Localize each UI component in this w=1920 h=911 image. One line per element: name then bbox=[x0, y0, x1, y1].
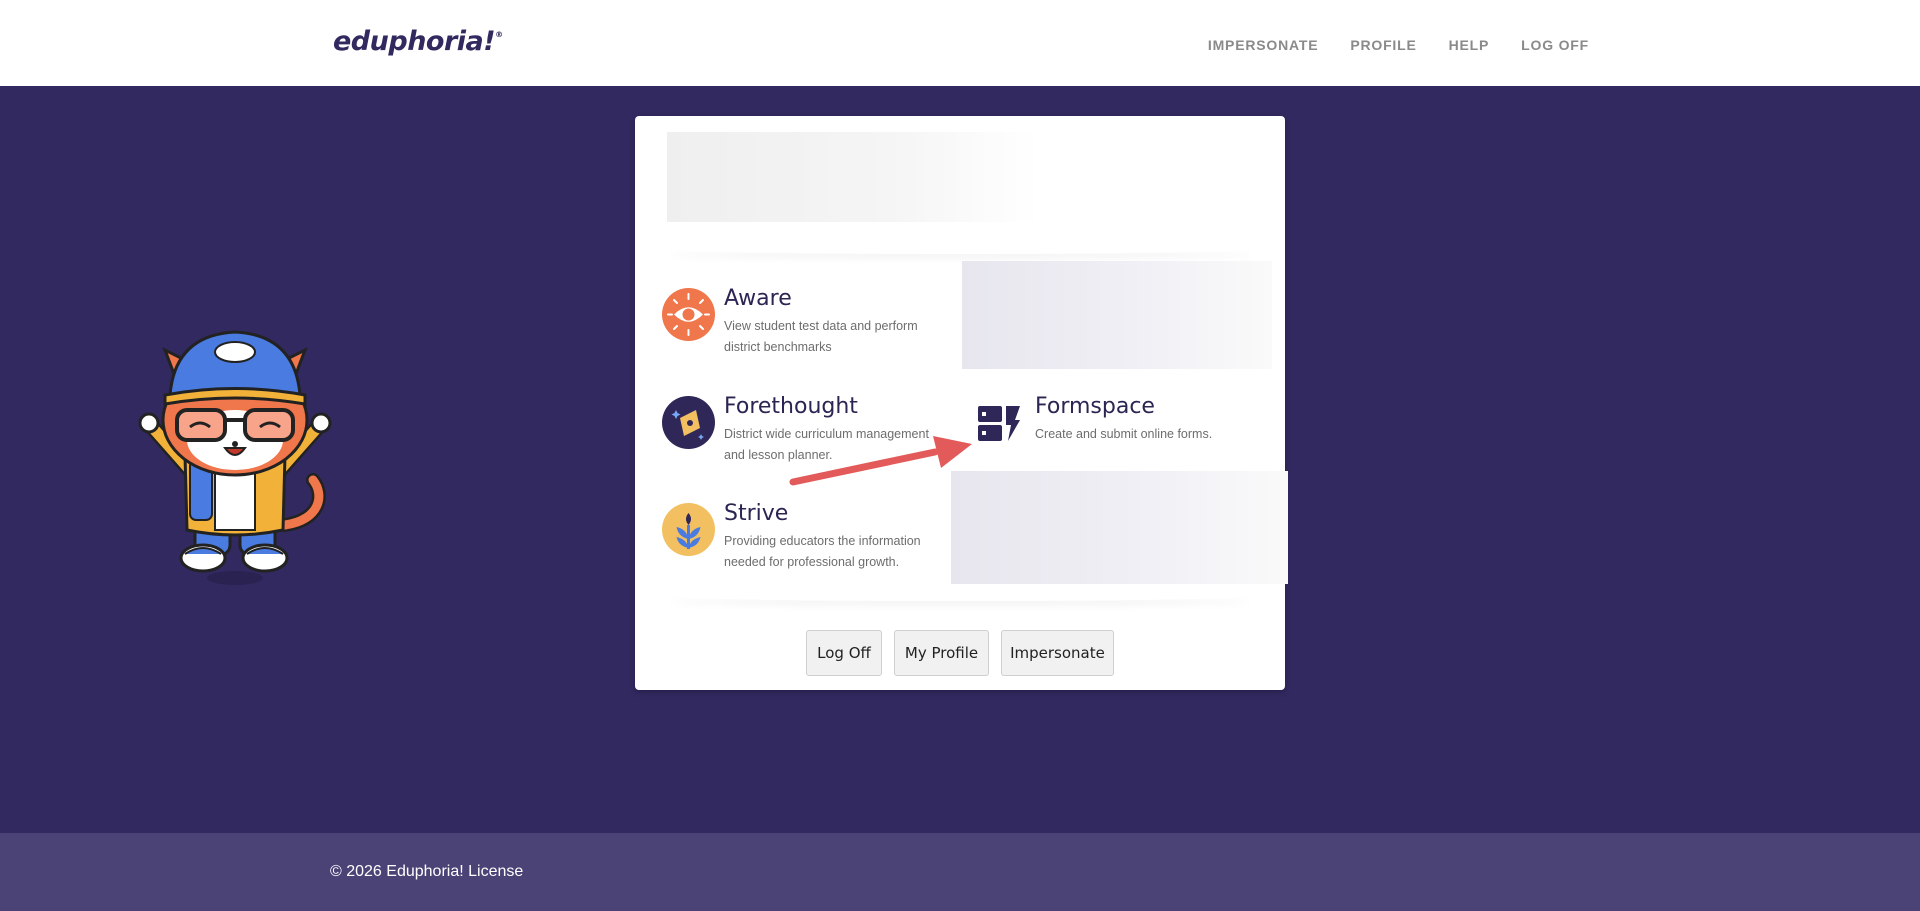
compass-icon bbox=[662, 396, 715, 449]
eye-icon bbox=[662, 288, 715, 341]
annotation-arrow bbox=[789, 436, 972, 486]
app-launcher-card: Aware View student test data and perform… bbox=[635, 116, 1288, 690]
app-description: Create and submit online forms. bbox=[1035, 427, 1213, 441]
app-title: Strive bbox=[724, 501, 789, 526]
section-divider bbox=[665, 591, 1255, 601]
loading-placeholder-header bbox=[667, 132, 1039, 222]
footer-copyright: © 2026 Eduphoria! License bbox=[330, 863, 524, 880]
app-description: Providing educators the information need… bbox=[724, 534, 921, 569]
wheat-icon bbox=[662, 503, 715, 556]
eduphoria-logo[interactable]: eduphoria!® bbox=[333, 26, 503, 57]
nav-log-off[interactable]: LOG OFF bbox=[1521, 37, 1589, 53]
loading-placeholder-tile bbox=[962, 261, 1272, 369]
registered-mark: ® bbox=[495, 30, 503, 39]
app-description: View student test data and perform distr… bbox=[724, 319, 918, 354]
nav-help[interactable]: HELP bbox=[1449, 37, 1490, 53]
nav-profile[interactable]: PROFILE bbox=[1350, 37, 1416, 53]
log-off-button[interactable]: Log Off bbox=[806, 630, 882, 676]
section-divider bbox=[665, 244, 1255, 254]
app-strive[interactable]: Strive Providing educators the informati… bbox=[662, 501, 944, 573]
app-formspace[interactable]: Formspace Create and submit online forms… bbox=[973, 394, 1255, 449]
loading-placeholder-tile bbox=[951, 471, 1288, 584]
app-title: Aware bbox=[724, 286, 792, 311]
page-footer: © 2026 Eduphoria! License bbox=[0, 833, 1920, 911]
top-nav: IMPERSONATE PROFILE HELP LOG OFF bbox=[1208, 37, 1589, 53]
impersonate-button[interactable]: Impersonate bbox=[1001, 630, 1114, 676]
my-profile-button[interactable]: My Profile bbox=[894, 630, 989, 676]
app-title: Formspace bbox=[1035, 394, 1155, 419]
logo-text: eduphoria! bbox=[333, 26, 496, 57]
app-title: Forethought bbox=[724, 394, 858, 419]
formspace-icon bbox=[973, 396, 1026, 449]
mascot-cat-illustration bbox=[138, 330, 332, 585]
app-aware[interactable]: Aware View student test data and perform… bbox=[662, 286, 944, 358]
nav-impersonate[interactable]: IMPERSONATE bbox=[1208, 37, 1318, 53]
top-header: eduphoria!® IMPERSONATE PROFILE HELP LOG… bbox=[0, 0, 1920, 86]
